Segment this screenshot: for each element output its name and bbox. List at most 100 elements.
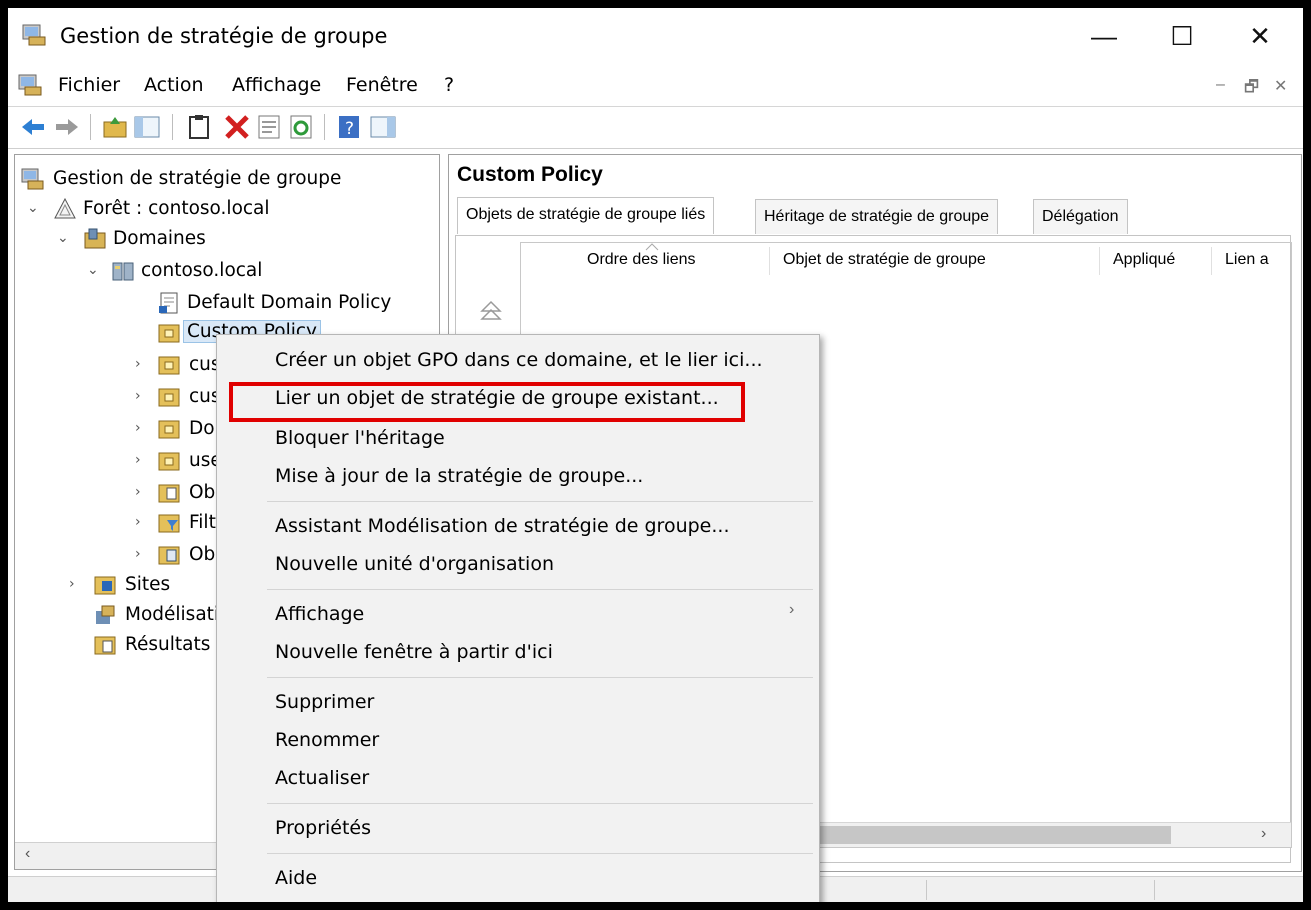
chevron-right-icon[interactable]: › bbox=[69, 576, 75, 592]
menu-item-block-inheritance[interactable]: Bloquer l'héritage bbox=[275, 427, 445, 449]
column-header-link-enabled[interactable]: Lien a bbox=[1225, 243, 1287, 277]
close-button[interactable]: ✕ bbox=[1230, 18, 1290, 54]
tab-inheritance[interactable]: Héritage de stratégie de groupe bbox=[755, 199, 999, 234]
menu-item-new-ou[interactable]: Nouvelle unité d'organisation bbox=[275, 553, 554, 575]
submenu-arrow-icon: › bbox=[789, 601, 795, 618]
scroll-left-arrow-icon[interactable]: ‹ bbox=[25, 845, 30, 863]
menu-item-create-gpo-link[interactable]: Créer un objet GPO dans ce domaine, et l… bbox=[275, 349, 763, 371]
toolbar-separator bbox=[324, 114, 325, 140]
mdi-minimize-button[interactable]: – bbox=[1216, 76, 1225, 94]
chevron-right-icon[interactable]: › bbox=[135, 420, 141, 436]
chevron-right-icon[interactable]: › bbox=[135, 484, 141, 500]
window-title: Gestion de stratégie de groupe bbox=[60, 24, 388, 48]
menu-item-new-window[interactable]: Nouvelle fenêtre à partir d'ici bbox=[275, 641, 553, 663]
clipboard-icon[interactable] bbox=[184, 112, 214, 142]
menu-item-gpupdate[interactable]: Mise à jour de la stratégie de groupe... bbox=[275, 465, 643, 487]
gpo-folder-icon bbox=[158, 484, 180, 503]
starter-gpo-folder-icon bbox=[158, 546, 180, 565]
forward-arrow-icon[interactable] bbox=[52, 112, 82, 142]
column-divider[interactable] bbox=[1211, 247, 1212, 275]
refresh-icon[interactable] bbox=[286, 112, 316, 142]
chevron-right-icon[interactable]: › bbox=[135, 452, 141, 468]
mdi-restore-button[interactable]: 🗗 bbox=[1244, 76, 1259, 103]
column-divider[interactable] bbox=[769, 247, 770, 275]
properties-icon[interactable] bbox=[254, 112, 284, 142]
menu-item-help[interactable]: Aide bbox=[275, 867, 317, 889]
chevron-right-icon[interactable]: › bbox=[135, 388, 141, 404]
domains-icon bbox=[84, 228, 106, 249]
menu-action[interactable]: Action bbox=[144, 74, 204, 96]
tree-starter-gpos-label: Ob bbox=[189, 544, 216, 565]
status-divider bbox=[926, 880, 927, 900]
menu-item-properties[interactable]: Propriétés bbox=[275, 817, 371, 839]
gpo-link-icon bbox=[159, 292, 178, 314]
menu-item-rename[interactable]: Renommer bbox=[275, 729, 379, 751]
toolbar-separator bbox=[172, 114, 173, 140]
tree-wmi-filters-label: Filt bbox=[189, 512, 216, 533]
chevron-right-icon[interactable]: › bbox=[135, 356, 141, 372]
help-icon[interactable]: ? bbox=[334, 112, 364, 142]
menu-item-delete[interactable]: Supprimer bbox=[275, 691, 374, 713]
back-arrow-icon[interactable] bbox=[18, 112, 48, 142]
menu-separator bbox=[267, 677, 813, 678]
tree-gpo-container-label: Ob bbox=[189, 482, 216, 503]
menu-item-refresh[interactable]: Actualiser bbox=[275, 767, 369, 789]
tree-sites-label: Sites bbox=[125, 574, 171, 595]
menu-fenetre[interactable]: Fenêtre bbox=[346, 74, 418, 96]
mdi-close-button[interactable]: ✕ bbox=[1274, 76, 1287, 96]
ou-folder-icon bbox=[158, 420, 180, 439]
tab-linked-gpos[interactable]: Objets de stratégie de groupe liés bbox=[457, 197, 715, 234]
ou-folder-icon bbox=[158, 356, 180, 375]
move-link-up-top-icon[interactable] bbox=[480, 300, 502, 322]
status-divider bbox=[1154, 880, 1155, 900]
highlight-annotation bbox=[229, 382, 745, 422]
forest-icon bbox=[54, 197, 76, 219]
column-divider[interactable] bbox=[1099, 247, 1100, 275]
scroll-right-arrow-icon[interactable]: › bbox=[1261, 825, 1266, 843]
show-hide-tree-icon[interactable] bbox=[132, 112, 162, 142]
menu-item-view[interactable]: Affichage bbox=[275, 603, 364, 625]
column-header-link-order[interactable]: Ordre des liens bbox=[587, 243, 696, 277]
toolbar-separator bbox=[90, 114, 91, 140]
tree-domains-label: Domaines bbox=[113, 228, 206, 249]
domain-icon bbox=[112, 262, 134, 281]
tree-modeling-label: Modélisati bbox=[125, 604, 220, 625]
menu-affichage[interactable]: Affichage bbox=[232, 74, 321, 96]
tree-root-label: Gestion de stratégie de groupe bbox=[53, 168, 342, 189]
chevron-down-icon[interactable]: ⌄ bbox=[87, 262, 99, 278]
gpmc-menu-icon[interactable] bbox=[18, 74, 42, 96]
gpmc-icon bbox=[21, 168, 44, 190]
main-window: Gestion de stratégie de groupe — ☐ ✕ Fic… bbox=[8, 8, 1303, 902]
title-bar: Gestion de stratégie de groupe — ☐ ✕ bbox=[8, 8, 1303, 64]
minimize-button[interactable]: — bbox=[1074, 18, 1134, 54]
chevron-down-icon[interactable]: ⌄ bbox=[27, 200, 39, 216]
chevron-down-icon[interactable]: ⌄ bbox=[57, 230, 69, 246]
column-header-enforced[interactable]: Appliqué bbox=[1113, 243, 1175, 277]
action-pane-icon[interactable] bbox=[368, 112, 398, 142]
ou-folder-icon bbox=[158, 452, 180, 471]
results-icon bbox=[94, 636, 116, 655]
filter-folder-icon bbox=[158, 514, 180, 533]
menu-separator bbox=[267, 803, 813, 804]
menu-help[interactable]: ? bbox=[444, 74, 454, 96]
tab-delegation[interactable]: Délégation bbox=[1033, 199, 1128, 234]
pane-title: Custom Policy bbox=[457, 163, 603, 186]
maximize-button[interactable]: ☐ bbox=[1152, 18, 1212, 54]
delete-icon[interactable] bbox=[222, 112, 252, 142]
toolbar: ? bbox=[8, 106, 1303, 149]
menu-separator bbox=[267, 589, 813, 590]
chevron-right-icon[interactable]: › bbox=[135, 546, 141, 562]
menu-bar: Fichier Action Affichage Fenêtre ? – 🗗 ✕ bbox=[8, 66, 1303, 107]
tree-ou-label: Do bbox=[189, 418, 215, 439]
menu-separator bbox=[267, 853, 813, 854]
up-folder-icon[interactable] bbox=[100, 112, 130, 142]
column-header-gpo[interactable]: Objet de stratégie de groupe bbox=[783, 243, 986, 277]
menu-fichier[interactable]: Fichier bbox=[58, 74, 120, 96]
gpmc-app-icon bbox=[22, 24, 46, 46]
ou-folder-icon bbox=[158, 324, 180, 343]
menu-item-modeling-wizard[interactable]: Assistant Modélisation de stratégie de g… bbox=[275, 515, 729, 537]
menu-separator bbox=[267, 501, 813, 502]
modeling-icon bbox=[96, 605, 115, 624]
chevron-right-icon[interactable]: › bbox=[135, 514, 141, 530]
tree-domain-label: contoso.local bbox=[141, 260, 263, 281]
